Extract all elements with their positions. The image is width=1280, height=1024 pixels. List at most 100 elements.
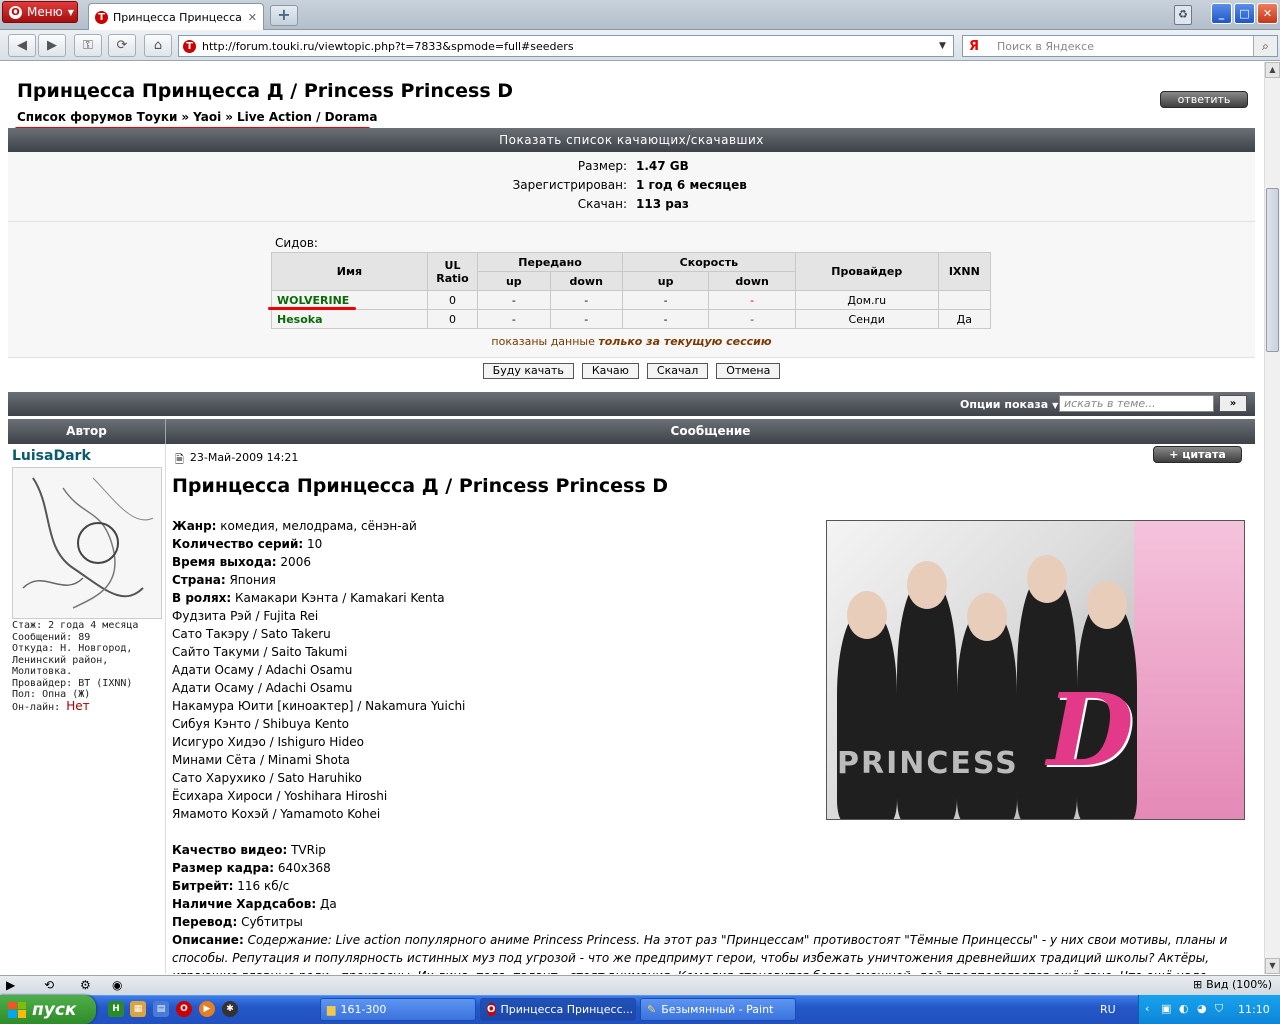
breadcrumb-forums-link[interactable]: Список форумов Тоуки: [17, 110, 177, 124]
tray-app-icon[interactable]: ▣: [1161, 1002, 1171, 1015]
trash-icon[interactable]: ♻: [1174, 5, 1192, 25]
peer-transferred-down: -: [549, 309, 623, 329]
col-transferred: Передано: [477, 252, 623, 272]
taskbar-item-opera[interactable]: O Принцесса Принцесс...: [480, 998, 636, 1021]
downloading-button[interactable]: Качаю: [581, 363, 639, 379]
back-button[interactable]: ◀: [8, 34, 36, 57]
yandex-search-field[interactable]: Я Поиск в Яндексе ⌕: [962, 35, 1278, 57]
topic-search-input[interactable]: искать в теме...: [1059, 395, 1214, 412]
start-button[interactable]: пуск: [0, 995, 96, 1024]
topic-search-go-button[interactable]: »: [1219, 395, 1247, 412]
peer-speed-down: -: [708, 290, 796, 310]
post-tech-details: Качество видео: TVRip Размер кадра: 640x…: [172, 841, 1247, 974]
peer-provider: Дом.ru: [794, 290, 939, 310]
col-speed-down: down: [708, 271, 796, 291]
post-icon[interactable]: 🗎: [175, 451, 184, 470]
display-options-dropdown[interactable]: Опции показа ▼: [960, 398, 1058, 411]
zoom-icon: ⊞: [1192, 978, 1203, 991]
info-value: 1.47 GB: [636, 159, 689, 173]
tray-volume-icon[interactable]: ◕: [1197, 1002, 1207, 1015]
session-note: показаны данные только за текущую сессию: [8, 335, 1255, 348]
page-content: Принцесса Принцесса Д / Princess Princes…: [0, 62, 1264, 974]
wand-key-button[interactable]: ⚿: [74, 34, 102, 57]
quote-button[interactable]: + цитата: [1153, 446, 1242, 463]
browser-statusbar: ▶ ⟲ ⚙ ◉: [0, 975, 1280, 995]
quicklaunch-show-desktop-icon[interactable]: ▤: [153, 1001, 169, 1017]
search-placeholder: Поиск в Яндексе: [997, 39, 1094, 53]
vertical-scrollbar[interactable]: ▲ ▼: [1264, 62, 1280, 974]
forward-button[interactable]: ▶: [38, 34, 66, 57]
scroll-up-icon[interactable]: ▲: [1265, 62, 1280, 78]
quicklaunch-media-icon[interactable]: ▶: [199, 1001, 215, 1017]
yandex-logo-icon[interactable]: Я: [963, 39, 997, 54]
windows-logo-icon: [8, 1001, 26, 1018]
unite-icon[interactable]: ⚙: [80, 978, 91, 992]
panel-toggle-icon[interactable]: ▶: [6, 978, 15, 992]
close-window-button[interactable]: ✕: [1257, 3, 1278, 24]
cast-line: Ямамото Кохэй / Yamamoto Kohei: [172, 807, 381, 821]
quicklaunch-bug-icon[interactable]: ✱: [222, 1001, 238, 1017]
address-bar[interactable]: T http://forum.touki.ru/viewtopic.php?t=…: [178, 35, 954, 57]
close-tab-icon[interactable]: ✕: [248, 11, 257, 24]
tray-expand-icon[interactable]: ‹: [1145, 1002, 1149, 1015]
field-genre: Жанр: комедия, мелодрама, сёнэн-ай: [172, 519, 417, 533]
reload-button[interactable]: ⟳: [108, 34, 136, 57]
downloaded-button[interactable]: Скачал: [646, 363, 709, 379]
cast-line: Адати Осаму / Adachi Osamu: [172, 681, 353, 695]
session-note-prefix: показаны данные: [491, 335, 595, 348]
peer-transferred-down: -: [549, 290, 623, 310]
field-cast: В ролях: Камакари Кэнта / Kamakari Kenta: [172, 591, 445, 605]
menu-label: Меню: [27, 5, 63, 19]
field-translation: Перевод: Субтитры: [172, 915, 303, 929]
browser-tab[interactable]: T Принцесса Принцесса ... ✕: [88, 3, 264, 30]
tray-security-icon[interactable]: ⛉: [1215, 1002, 1223, 1016]
field-frame-size: Размер кадра: 640x368: [172, 861, 331, 875]
quicklaunch-app-icon[interactable]: Н: [108, 1001, 124, 1017]
new-tab-button[interactable]: +: [270, 5, 298, 26]
search-icon[interactable]: ⌕: [1253, 36, 1277, 56]
chevron-down-icon[interactable]: ▼: [939, 41, 953, 51]
peer-name-link[interactable]: Hesoka: [271, 309, 428, 329]
site-favicon-icon: T: [183, 39, 196, 53]
col-message: Сообщение: [670, 424, 751, 438]
language-indicator[interactable]: RU: [1100, 1003, 1116, 1016]
scroll-thumb[interactable]: [1266, 188, 1279, 352]
breadcrumb-live-action-link[interactable]: Live Action / Dorama: [237, 110, 378, 124]
cancel-button[interactable]: Отмена: [716, 363, 781, 379]
info-value: 1 год 6 месяцев: [636, 178, 747, 192]
seeds-label: Сидов:: [275, 236, 318, 250]
topic-title: Принцесса Принцесса Д / Princess Princes…: [17, 80, 514, 102]
minimize-button[interactable]: _: [1211, 3, 1232, 24]
site-favicon-icon: T: [95, 10, 108, 24]
will-download-button[interactable]: Буду качать: [482, 363, 574, 379]
author-info-line: Ленинский район,: [12, 654, 109, 666]
reply-button[interactable]: ответить: [1160, 91, 1248, 108]
breadcrumb-yaoi-link[interactable]: Yaoi: [193, 110, 221, 124]
zoom-control[interactable]: ⊞ Вид (100%): [1193, 978, 1272, 991]
taskbar-item-paint[interactable]: ✎ Безымянный - Paint: [640, 998, 796, 1021]
maximize-button[interactable]: □: [1234, 3, 1255, 24]
taskbar-clock[interactable]: 11:10: [1238, 1003, 1270, 1016]
taskbar-item-folder[interactable]: ▆ 161-300: [320, 998, 476, 1021]
info-key: Зарегистрирован:: [512, 178, 627, 192]
col-speed: Скорость: [621, 252, 796, 272]
scroll-down-icon[interactable]: ▼: [1265, 958, 1280, 974]
col-provider: Провайдер: [794, 252, 939, 291]
turbo-icon[interactable]: ◉: [112, 978, 122, 992]
author-name-link[interactable]: LuisaDark: [12, 448, 91, 464]
home-button[interactable]: ⌂: [144, 34, 172, 57]
show-peers-header[interactable]: Показать список качающих/скачавших: [8, 128, 1255, 152]
quicklaunch-opera-icon[interactable]: O: [176, 1001, 192, 1017]
quicklaunch-folder-icon[interactable]: ▦: [130, 1001, 146, 1017]
col-ul-ratio: UL Ratio: [426, 252, 479, 291]
post-table-header: Автор Сообщение: [8, 419, 1255, 444]
peer-status-buttons: Буду качать Качаю Скачал Отмена: [8, 363, 1255, 379]
cast-line: Ёсихара Хироси / Yoshihara Hiroshi: [172, 789, 388, 803]
poster-side-panel: [1134, 521, 1244, 819]
opera-menu-button[interactable]: O Меню ▼: [2, 1, 78, 23]
poster-letter: D: [1047, 671, 1134, 789]
sync-icon[interactable]: ⟲: [44, 978, 54, 992]
torrent-info: Размер: 1.47 GB Зарегистрирован: 1 год 6…: [8, 152, 1255, 222]
info-row-downloaded: Скачан: 113 раз: [8, 197, 1255, 216]
tray-network-icon[interactable]: ◐: [1179, 1002, 1189, 1015]
